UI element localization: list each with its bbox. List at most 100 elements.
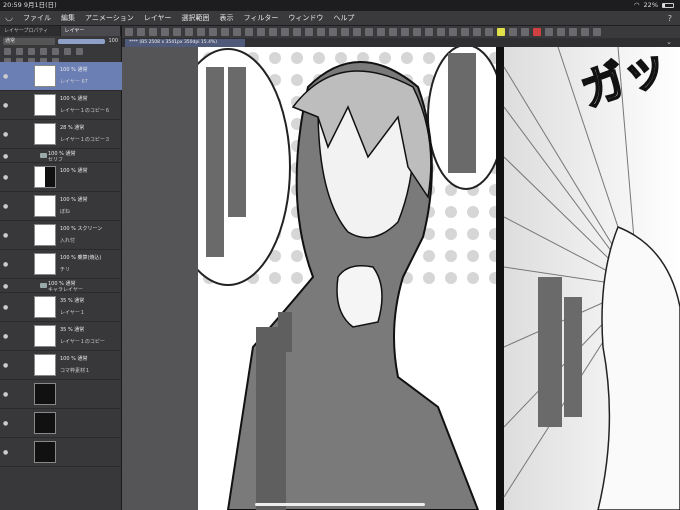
layer-folder-row[interactable]: ● 100 % 通常 キャラレイヤー (0, 279, 122, 293)
command-bar-button[interactable] (185, 28, 193, 36)
command-bar-button[interactable] (149, 28, 157, 36)
menu-selection[interactable]: 選択範囲 (177, 13, 215, 23)
help-icon[interactable]: ? (668, 14, 672, 23)
layer-opacity-mode: 100 % 通常 (60, 67, 88, 73)
color-icon[interactable] (76, 47, 83, 55)
layer-row[interactable]: ● (0, 409, 122, 438)
tab-layer[interactable]: レイヤー (60, 26, 121, 36)
mask-icon[interactable] (52, 47, 59, 55)
command-bar-button[interactable] (413, 28, 421, 36)
command-bar-button[interactable] (365, 28, 373, 36)
command-bar-button[interactable] (341, 28, 349, 36)
command-bar-button[interactable] (581, 28, 589, 36)
menu-window[interactable]: ウィンドウ (283, 13, 328, 23)
layer-row[interactable]: ● 100 % 通常 レイヤー 67 (0, 62, 122, 91)
eye-icon[interactable]: ● (3, 203, 8, 210)
command-bar-button[interactable] (281, 28, 289, 36)
menu-help[interactable]: ヘルプ (328, 13, 359, 23)
eye-icon[interactable]: ● (3, 420, 8, 427)
command-bar-button[interactable] (449, 28, 457, 36)
eye-icon[interactable]: ● (3, 333, 8, 340)
layer-row[interactable]: ● 100 % 乗算(焼込) チリ (0, 250, 122, 279)
command-bar-button[interactable] (437, 28, 445, 36)
command-bar-button[interactable] (593, 28, 601, 36)
command-bar-button[interactable] (209, 28, 217, 36)
command-bar-button[interactable] (245, 28, 253, 36)
command-bar-button[interactable] (197, 28, 205, 36)
ruler-icon[interactable] (64, 47, 71, 55)
tab-layer-property[interactable]: レイヤープロパティ (0, 26, 61, 36)
layer-row[interactable]: ● 100 % 通常 ぼね (0, 192, 122, 221)
eye-icon[interactable]: ● (3, 102, 8, 109)
command-bar-button[interactable] (473, 28, 481, 36)
menu-filter[interactable]: フィルター (239, 13, 284, 23)
command-bar-button[interactable] (269, 28, 277, 36)
command-bar-button[interactable] (485, 28, 493, 36)
opacity-slider[interactable] (58, 38, 106, 44)
command-bar-button[interactable] (221, 28, 229, 36)
blend-mode-select[interactable]: 通常 (3, 37, 55, 45)
command-bar-button[interactable] (425, 28, 433, 36)
command-bar-button[interactable] (233, 28, 241, 36)
command-bar-button[interactable] (377, 28, 385, 36)
command-bar-button[interactable] (353, 28, 361, 36)
layer-row[interactable]: ● 35 % 通常 レイヤー１のコピー (0, 322, 122, 351)
layer-row[interactable]: ● 100 % 通常 レイヤー１のコピー６ (0, 91, 122, 120)
home-indicator[interactable] (255, 503, 425, 506)
command-bar-button[interactable] (137, 28, 145, 36)
eye-icon[interactable]: ● (3, 153, 8, 160)
command-bar-button[interactable] (125, 28, 133, 36)
command-bar-button[interactable] (161, 28, 169, 36)
eye-icon[interactable]: ● (3, 131, 8, 138)
menu-animation[interactable]: アニメーション (80, 13, 139, 23)
layer-folder-row[interactable]: ● 100 % 通常 セリフ (0, 149, 122, 163)
command-bar-button[interactable] (497, 28, 505, 36)
reference-icon[interactable] (28, 47, 35, 55)
command-bar-button[interactable] (509, 28, 517, 36)
layer-row[interactable]: ● 100 % 通常 (0, 163, 122, 192)
layer-name: セリフ (48, 157, 64, 163)
command-bar-button[interactable] (257, 28, 265, 36)
layer-row[interactable]: ● (0, 438, 122, 467)
clip-icon[interactable] (16, 47, 23, 55)
command-bar-button[interactable] (533, 28, 541, 36)
command-bar-button[interactable] (521, 28, 529, 36)
draft-icon[interactable] (40, 47, 47, 55)
eye-icon[interactable]: ● (3, 283, 8, 290)
command-bar-button[interactable] (461, 28, 469, 36)
layer-row[interactable]: ● (0, 380, 122, 409)
document-tab[interactable]: **** (B5 2508 x 3541px 350dpi 15.4%) (125, 39, 245, 47)
menu-file[interactable]: ファイル (18, 13, 56, 23)
command-bar-button[interactable] (545, 28, 553, 36)
eye-icon[interactable]: ● (3, 449, 8, 456)
canvas[interactable]: ガッ (122, 47, 680, 510)
eye-icon[interactable]: ● (3, 304, 8, 311)
eye-icon[interactable]: ● (3, 362, 8, 369)
command-bar-button[interactable] (317, 28, 325, 36)
eye-icon[interactable]: ● (3, 261, 8, 268)
layer-row[interactable]: ● 35 % 通常 レイヤー１ (0, 293, 122, 322)
eye-icon[interactable]: ● (3, 73, 8, 80)
command-bar-button[interactable] (173, 28, 181, 36)
command-bar-button[interactable] (305, 28, 313, 36)
menu-edit[interactable]: 編集 (56, 13, 80, 23)
app-logo-icon[interactable]: ◡ (0, 13, 18, 23)
command-bar-button[interactable] (293, 28, 301, 36)
lock-icon[interactable] (4, 47, 11, 55)
layer-row[interactable]: ● 28 % 通常 レイヤー１のコピー３ (0, 120, 122, 149)
chevron-down-icon[interactable]: ⌄ (666, 38, 672, 46)
command-bar-button[interactable] (557, 28, 565, 36)
command-bar-button[interactable] (329, 28, 337, 36)
menu-view[interactable]: 表示 (215, 13, 239, 23)
eye-icon[interactable]: ● (3, 232, 8, 239)
command-bar-button[interactable] (569, 28, 577, 36)
layer-opacity-mode: 35 % 通常 (60, 298, 85, 304)
eye-icon[interactable]: ● (3, 391, 8, 398)
command-bar-button[interactable] (389, 28, 397, 36)
menu-layer[interactable]: レイヤー (139, 13, 177, 23)
command-bar-button[interactable] (401, 28, 409, 36)
layer-row[interactable]: ● 100 % 通常 コマ枠素材１ (0, 351, 122, 380)
eye-icon[interactable]: ● (3, 174, 8, 181)
layer-thumbnail (34, 253, 56, 275)
layer-row[interactable]: ● 100 % スクリーン 入れ付 (0, 221, 122, 250)
